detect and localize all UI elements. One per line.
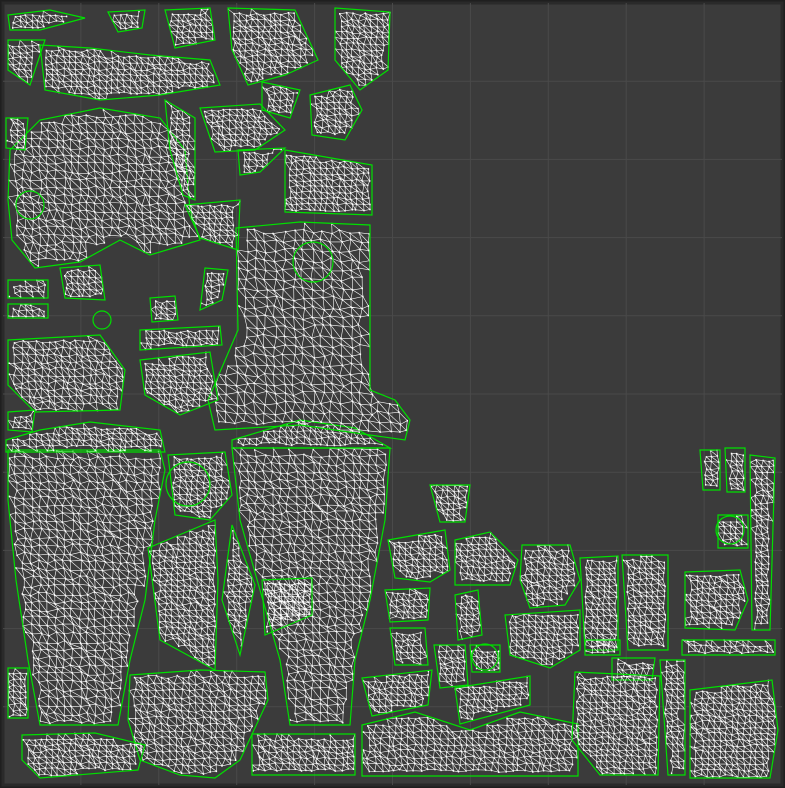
uv-editor-viewport[interactable] [0,0,785,788]
uv-layout-canvas[interactable] [0,0,785,788]
